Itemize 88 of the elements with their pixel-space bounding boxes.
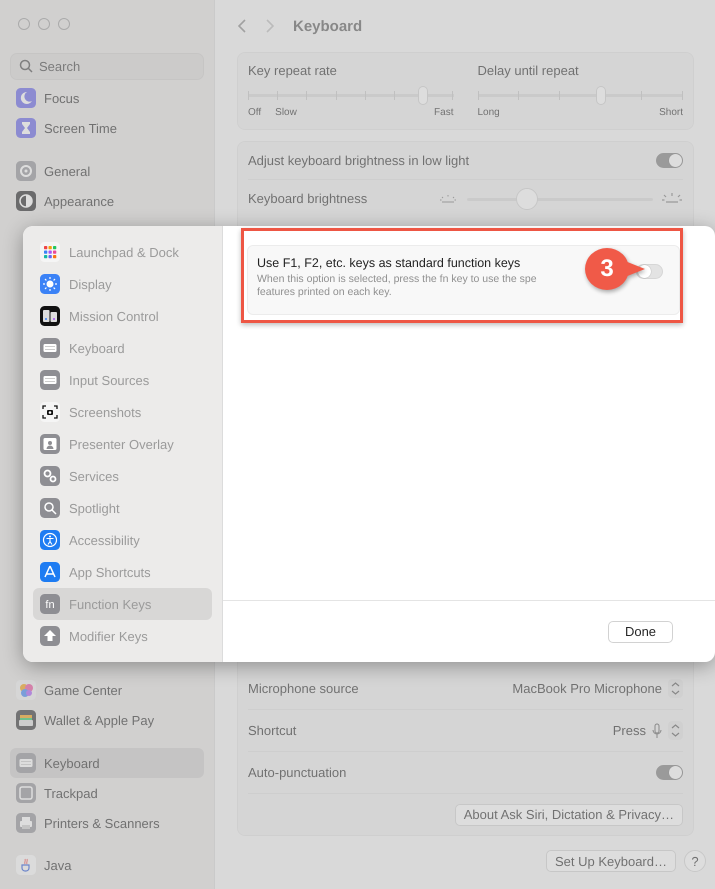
sidebar-item[interactable]: Game Center (10, 675, 204, 705)
sidebar-item[interactable]: Printers & Scanners (10, 808, 204, 838)
tick-label: Off (248, 107, 262, 118)
popup-button[interactable]: MacBook Pro Microphone (512, 679, 683, 698)
tick-label: Long (478, 107, 500, 118)
sidebar-item[interactable]: Keyboard (33, 332, 212, 364)
sidebar-item[interactable]: Screenshots (33, 396, 212, 428)
bubbles-icon (16, 680, 36, 700)
sidebar-item[interactable]: Wallet & Apple Pay (10, 705, 204, 735)
slider-label: Key repeat rate (248, 63, 338, 78)
up-down-chevron-icon[interactable] (668, 679, 683, 698)
sidebar-item[interactable]: Presenter Overlay (33, 428, 212, 460)
sidebar-item[interactable]: Keyboard (10, 748, 204, 778)
toggle-switch[interactable] (656, 765, 683, 780)
fn-key-icon: fn (40, 594, 60, 614)
step-callout: 3 (585, 248, 645, 290)
window-control-dot[interactable] (58, 18, 70, 30)
setting-label: Adjust keyboard brightness in low light (248, 153, 470, 168)
setup-keyboard-button[interactable]: Set Up Keyboard… (546, 850, 676, 872)
microphone-icon (652, 722, 662, 738)
back-chevron-icon[interactable] (237, 18, 247, 34)
wallet-icon (16, 710, 36, 730)
slider-track[interactable] (248, 86, 454, 105)
tick-label: Short (659, 107, 683, 118)
sidebar-item[interactable]: Java (10, 850, 204, 880)
sidebar-item[interactable]: Modifier Keys (33, 620, 212, 652)
a-shape-icon (40, 562, 60, 582)
up-down-chevron-icon[interactable] (668, 721, 683, 740)
slider-track[interactable] (478, 86, 683, 105)
slider-label: Delay until repeat (478, 63, 580, 78)
option-description: When this option is selected, press the fn key to use the spe (257, 273, 537, 286)
forward-chevron-icon[interactable] (265, 18, 275, 34)
toggle-switch[interactable] (656, 153, 683, 168)
sidebar-item[interactable]: Focus (10, 83, 204, 113)
sidebar-item[interactable]: Appearance (10, 186, 204, 216)
tick-label: Fast (434, 107, 454, 118)
sun-icon (40, 274, 60, 294)
sidebar-item[interactable]: Input Sources (33, 364, 212, 396)
window-control-dot[interactable] (18, 18, 30, 30)
help-button[interactable]: ? (684, 850, 706, 872)
tick-label: Slow (275, 107, 297, 118)
slider-thumb[interactable] (418, 86, 428, 105)
search-icon (19, 59, 33, 73)
slider-thumb[interactable] (596, 86, 606, 105)
sidebar-item[interactable]: Mission Control (33, 300, 212, 332)
accessibility-icon (40, 530, 60, 550)
sidebar-item[interactable]: Spotlight (33, 492, 212, 524)
sidebar-item[interactable]: Launchpad & Dock (33, 236, 212, 268)
printer-icon (16, 813, 36, 833)
keyboard-icon (40, 338, 60, 358)
window-control-dot[interactable] (38, 18, 50, 30)
slider-track[interactable] (467, 188, 653, 210)
sidebar-item[interactable]: Screen Time (10, 113, 204, 143)
sidebar-item[interactable]: Display (33, 268, 212, 300)
sidebar-item[interactable]: Accessibility (33, 524, 212, 556)
windows-icon (40, 306, 60, 326)
option-description: features printed on each key. (257, 286, 392, 299)
sidebar-item[interactable]: fn Function Keys (33, 588, 212, 620)
keyboard-icon (40, 370, 60, 390)
gears-icon (40, 466, 60, 486)
setting-label: Keyboard brightness (248, 191, 368, 206)
setting-label: Auto-punctuation (248, 765, 346, 780)
trackpad-icon (16, 783, 36, 803)
setting-label: Microphone source (248, 681, 359, 696)
moon-icon (16, 88, 36, 108)
cup-icon (16, 855, 36, 875)
camera-icon (40, 402, 60, 422)
search-field[interactable]: Search (10, 53, 204, 80)
done-button[interactable]: Done (608, 620, 673, 642)
bright-light-icon (661, 192, 683, 206)
sidebar-item[interactable]: Services (33, 460, 212, 492)
sidebar-item[interactable]: Trackpad (10, 778, 204, 808)
keyboard-icon (16, 753, 36, 773)
toggle-switch[interactable] (636, 264, 663, 279)
person-icon (40, 434, 60, 454)
about-privacy-button[interactable]: About Ask Siri, Dictation & Privacy… (454, 804, 683, 826)
setting-label: Shortcut (248, 723, 296, 738)
gear-icon (16, 161, 36, 181)
hourglass-icon (16, 118, 36, 138)
contrast-icon (16, 191, 36, 211)
sidebar-item[interactable]: App Shortcuts (33, 556, 212, 588)
popup-button[interactable]: Press (612, 721, 683, 740)
window-title: Keyboard (293, 18, 362, 34)
sidebar-item[interactable]: General (10, 156, 204, 186)
search-icon (40, 498, 60, 518)
app-grid-icon (40, 242, 60, 262)
option-title: Use F1, F2, etc. keys as standard function keys (257, 256, 520, 270)
slider-thumb[interactable] (516, 188, 538, 210)
